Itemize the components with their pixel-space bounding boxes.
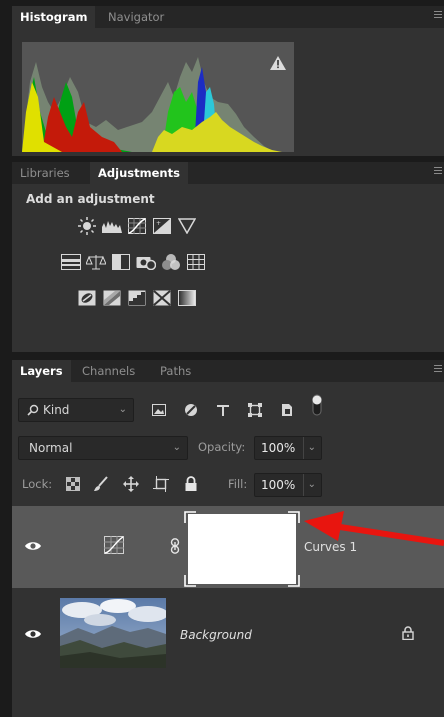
adjustment-icons-row-3 (76, 288, 201, 308)
panel-menu-icon[interactable] (434, 9, 442, 21)
tab-paths[interactable]: Paths (152, 360, 199, 382)
svg-text:+: + (156, 220, 161, 227)
gradient-map-icon[interactable] (176, 288, 198, 308)
blend-mode-value: Normal (29, 441, 73, 455)
levels-icon[interactable] (101, 216, 123, 236)
histogram-graph (22, 42, 294, 152)
tab-channels[interactable]: Channels (74, 360, 143, 382)
layer-name-background[interactable]: Background (180, 628, 252, 642)
layers-tabbar: Layers Channels Paths (12, 360, 444, 382)
mask-selection-frame (184, 511, 300, 587)
visibility-eye-icon[interactable] (24, 628, 42, 643)
opacity-input[interactable]: 100% ⌄ (254, 436, 322, 460)
vibrance-icon[interactable] (176, 216, 198, 236)
threshold-icon[interactable] (126, 288, 148, 308)
filter-shape-icon[interactable] (246, 401, 264, 419)
panel-menu-icon[interactable] (434, 363, 442, 375)
posterize-icon[interactable] (101, 288, 123, 308)
adjustments-tabbar: Libraries Adjustments (12, 162, 444, 184)
lock-image-pixels-icon[interactable] (92, 475, 110, 493)
opacity-label: Opacity: (198, 440, 246, 454)
curves-adjustment-thumbnail-icon (104, 536, 124, 557)
chevron-down-icon[interactable]: ⌄ (302, 437, 316, 459)
chevron-down-icon[interactable]: ⌄ (302, 474, 316, 496)
filter-pixel-icon[interactable] (150, 401, 168, 419)
chain-link-icon[interactable] (170, 538, 180, 557)
filter-kind-label: Kind (43, 403, 70, 417)
blend-mode-select[interactable]: Normal ⌄ (18, 436, 188, 460)
opacity-value: 100% (261, 441, 296, 455)
adjustment-icons-row-1: + (76, 216, 201, 236)
channel-mixer-icon[interactable] (160, 252, 182, 272)
filter-adjustment-icon[interactable] (182, 401, 200, 419)
histogram-tabbar: Histogram Navigator (12, 6, 444, 28)
lock-label: Lock: (22, 477, 53, 491)
tab-histogram[interactable]: Histogram (12, 6, 96, 28)
add-adjustment-heading: Add an adjustment (26, 192, 155, 206)
color-balance-icon[interactable] (85, 252, 107, 272)
filter-type-icon[interactable] (214, 401, 232, 419)
exposure-icon[interactable]: + (151, 216, 173, 236)
layer-filter-select[interactable]: Kind ⌄ (18, 398, 134, 422)
histogram-curves (22, 57, 282, 152)
adjustments-panel: Libraries Adjustments Add an adjustment … (12, 162, 444, 352)
filter-smart-object-icon[interactable] (278, 401, 296, 419)
red-pointer-arrow (304, 511, 444, 546)
color-lookup-icon[interactable] (185, 252, 207, 272)
lock-all-icon[interactable] (182, 475, 200, 493)
black-white-icon[interactable] (110, 252, 132, 272)
tab-adjustments[interactable]: Adjustments (90, 162, 188, 184)
fill-value: 100% (261, 478, 296, 492)
fill-input[interactable]: 100% ⌄ (254, 473, 322, 497)
search-icon (27, 399, 39, 428)
brightness-contrast-icon[interactable] (76, 216, 98, 236)
chevron-down-icon: ⌄ (172, 442, 181, 453)
histogram-panel: Histogram Navigator (12, 6, 444, 156)
panel-menu-icon[interactable] (434, 165, 442, 177)
fill-label: Fill: (228, 477, 248, 491)
layer-row-background[interactable]: Background (12, 592, 444, 676)
chevron-down-icon: ⌄ (118, 404, 127, 415)
curves-icon[interactable] (126, 216, 148, 236)
adjustment-icons-row-2 (60, 252, 210, 272)
tab-navigator[interactable]: Navigator (100, 6, 172, 28)
filter-toggle-switch[interactable] (308, 394, 326, 416)
tab-libraries[interactable]: Libraries (12, 162, 78, 184)
tab-layers[interactable]: Layers (12, 360, 71, 382)
visibility-eye-icon[interactable] (24, 540, 42, 555)
lock-artboard-icon[interactable] (152, 475, 170, 493)
warning-triangle-icon[interactable] (270, 56, 286, 73)
selective-color-icon[interactable] (151, 288, 173, 308)
invert-icon[interactable] (76, 288, 98, 308)
lock-position-icon[interactable] (122, 475, 140, 493)
lock-transparent-pixels-icon[interactable] (64, 475, 82, 493)
hue-saturation-icon[interactable] (60, 252, 82, 272)
layer-lock-icon[interactable] (402, 626, 414, 643)
photo-filter-icon[interactable] (135, 252, 157, 272)
background-layer-thumbnail[interactable] (60, 598, 168, 668)
